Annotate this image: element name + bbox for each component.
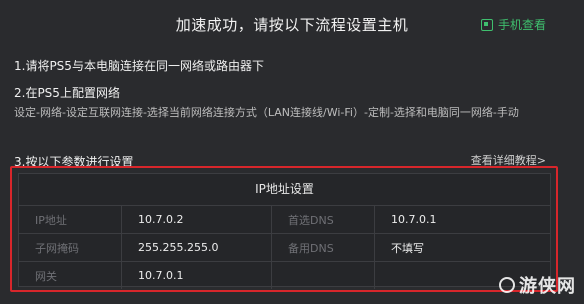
ip-settings-panel: IP地址设置 IP地址 10.7.0.2 首选DNS 10.7.0.1 子网掩码… — [18, 173, 551, 289]
step-2: 2.在PS5上配置网络 — [14, 86, 120, 100]
watermark-logo-icon — [499, 277, 515, 293]
site-watermark: 游侠网 — [499, 272, 576, 298]
secondary-dns-label: 备用DNS — [271, 233, 375, 262]
table-row: IP地址 10.7.0.2 首选DNS 10.7.0.1 — [19, 206, 550, 234]
gateway-label: 网关 — [19, 261, 122, 289]
table-row: 网关 10.7.0.1 — [19, 261, 550, 289]
primary-dns-value: 10.7.0.1 — [391, 213, 437, 226]
ip-settings-table: IP地址 10.7.0.2 首选DNS 10.7.0.1 子网掩码 255.25… — [19, 206, 550, 289]
subnet-mask-label: 子网掩码 — [19, 233, 122, 262]
step-2-description: 设定-网络-设定互联网连接-选择当前网络连接方式（LAN连接线/Wi-Fi）-定… — [14, 106, 519, 119]
mobile-view-link[interactable]: 手机查看 — [480, 16, 546, 33]
ip-panel-title: IP地址设置 — [19, 174, 550, 206]
secondary-dns-value: 不填写 — [374, 233, 550, 262]
empty-label — [271, 261, 375, 289]
watermark-text: 游侠网 — [519, 276, 576, 297]
subnet-mask-value: 255.255.255.0 — [121, 233, 272, 262]
table-row: 子网掩码 255.255.255.0 备用DNS 不填写 — [19, 233, 550, 262]
step-1: 1.请将PS5与本电脑连接在同一网络或路由器下 — [14, 59, 264, 73]
qr-code-icon — [480, 18, 493, 31]
ip-address-label: IP地址 — [19, 206, 122, 234]
primary-dns-label: 首选DNS — [271, 206, 375, 234]
ip-address-value: 10.7.0.2 — [121, 206, 272, 234]
gateway-value: 10.7.0.1 — [121, 261, 272, 289]
mobile-view-label: 手机查看 — [497, 18, 546, 32]
